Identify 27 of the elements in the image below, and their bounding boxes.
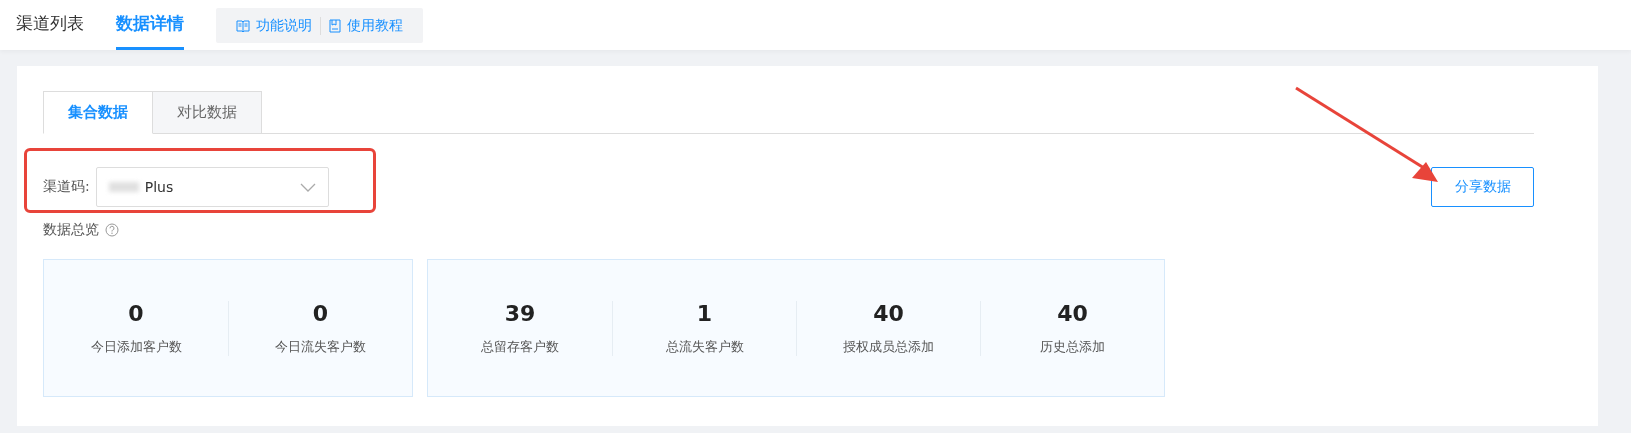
data-tab[interactable]: 对比数据: [153, 91, 262, 134]
help-link[interactable]: 功能说明: [228, 16, 320, 35]
stat-value: 1: [696, 300, 713, 326]
nav-tab[interactable]: 渠道列表: [16, 0, 84, 50]
field-label: 渠道码:: [43, 178, 90, 196]
book-icon: [236, 19, 250, 32]
stat-value: 0: [128, 300, 144, 326]
chevron-down-icon: [299, 182, 316, 192]
stat-value: 40: [873, 300, 904, 326]
stat-label: 授权成员总添加: [843, 337, 934, 356]
stat-value: 39: [504, 300, 536, 326]
nav-tab[interactable]: 数据详情: [116, 0, 184, 50]
stat-label: 今日添加客户数: [90, 337, 182, 356]
help-link[interactable]: 使用教程: [320, 16, 411, 35]
section-title: 数据总览: [43, 221, 99, 239]
stat-label: 总留存客户数: [481, 337, 559, 356]
help-icon[interactable]: [105, 223, 119, 237]
stat-label: 总流失客户数: [665, 337, 744, 356]
channel-select[interactable]: Plus: [95, 167, 329, 207]
stat-label: 今日流失客户数: [275, 337, 366, 356]
stat-value: 0: [312, 300, 329, 326]
redaction-blur: [108, 182, 139, 192]
stat-label: 历史总添加: [1040, 337, 1105, 356]
stat-value: 40: [1057, 300, 1088, 326]
data-tab[interactable]: 集合数据: [43, 91, 153, 134]
document-icon: [329, 18, 341, 33]
share-button[interactable]: 分享数据: [1431, 167, 1534, 207]
